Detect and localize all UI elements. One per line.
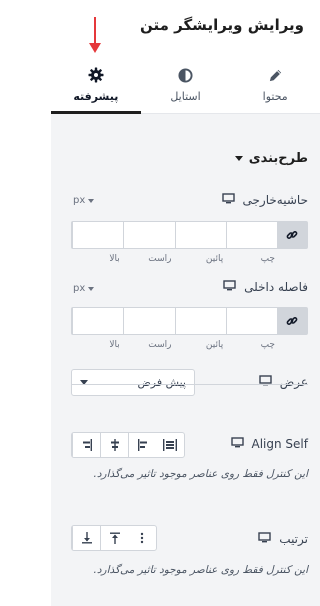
margin-inputs: [71, 221, 308, 249]
contrast-icon: [178, 66, 193, 84]
padding-right-input[interactable]: [123, 308, 175, 334]
padding-bottom-label: پائین: [205, 340, 224, 350]
order-label: ترتیب: [279, 532, 308, 546]
margin-top-label: بالا: [109, 254, 120, 264]
align-end-icon: [81, 436, 93, 455]
order-buttons: [71, 525, 157, 551]
monitor-icon: [230, 437, 244, 451]
width-label: عرض: [279, 375, 308, 389]
margin-link-button[interactable]: [277, 222, 307, 248]
link-icon: [286, 226, 298, 245]
tab-bar: محتوا استایل پیشرفته: [51, 56, 320, 114]
align-start-icon: [137, 436, 149, 455]
margin-left-input[interactable]: [225, 222, 277, 248]
width-select[interactable]: پیش فرض: [71, 369, 195, 396]
order-last-button[interactable]: [72, 526, 100, 550]
margin-unit-select[interactable]: px: [73, 195, 95, 206]
gear-icon: [88, 66, 104, 84]
margin-label-group: حاشیه‌خارجی: [221, 193, 308, 207]
align-self-buttons: [71, 432, 185, 458]
tab-style[interactable]: استایل: [141, 56, 231, 113]
align-center-icon: [109, 436, 121, 455]
section-layout-toggle[interactable]: طرح‌بندی: [234, 151, 308, 166]
order-label-group: ترتیب: [258, 532, 308, 546]
section-layout-title: طرح‌بندی: [248, 151, 308, 166]
padding-bottom-input[interactable]: [174, 308, 226, 334]
monitor-icon: [259, 375, 272, 389]
margin-bottom-label: پائین: [205, 254, 224, 264]
margin-top-input[interactable]: [72, 222, 124, 248]
order-first-button[interactable]: [100, 526, 128, 550]
margin-bottom-input[interactable]: [174, 222, 226, 248]
padding-left-input[interactable]: [225, 308, 277, 334]
align-stretch-icon: [163, 436, 177, 455]
padding-top-label: بالا: [109, 340, 120, 350]
padding-inputs: [71, 307, 308, 335]
more-vertical-icon: [140, 529, 144, 548]
padding-unit-value: px: [73, 283, 86, 294]
width-label-group: عرض: [259, 375, 308, 389]
padding-side-labels: بالا راست پائین چپ: [71, 340, 308, 350]
padding-left-label: چپ: [260, 340, 275, 350]
annotation-arrow: [89, 17, 101, 55]
panel-header: ویرایش ویرایشگر متن: [51, 0, 320, 56]
monitor-icon: [223, 280, 236, 294]
tab-content-label: محتوا: [262, 90, 288, 103]
tab-advanced-label: پیشرفته: [73, 90, 119, 103]
order-custom-button[interactable]: [128, 526, 156, 550]
align-end-button[interactable]: [72, 433, 100, 457]
padding-link-button[interactable]: [277, 308, 307, 334]
margin-right-label: راست: [148, 254, 172, 264]
padding-top-input[interactable]: [72, 308, 124, 334]
chevron-down-icon: [88, 286, 95, 291]
padding-label-group: فاصله داخلی: [223, 280, 308, 294]
settings-panel: طرح‌بندی حاشیه‌خارجی px بالا راست پائین …: [51, 114, 320, 606]
tab-content[interactable]: محتوا: [230, 56, 320, 113]
align-self-help: این کنترل فقط روی عناصر موجود تاثیر می‌گ…: [93, 468, 309, 480]
margin-right-input[interactable]: [123, 222, 175, 248]
align-self-label-group: Align Self: [230, 437, 308, 451]
margin-unit-value: px: [73, 195, 86, 206]
padding-unit-select[interactable]: px: [73, 283, 95, 294]
tab-advanced[interactable]: پیشرفته: [51, 56, 141, 114]
padding-right-label: راست: [148, 340, 172, 350]
panel-title: ویرایش ویرایشگر متن: [140, 16, 304, 34]
monitor-icon: [258, 532, 271, 546]
margin-side-labels: بالا راست پائین چپ: [71, 254, 308, 264]
margin-left-label: چپ: [260, 254, 275, 264]
align-center-button[interactable]: [100, 433, 128, 457]
order-help: این کنترل فقط روی عناصر موجود تاثیر می‌گ…: [93, 564, 309, 576]
align-start-button[interactable]: [128, 433, 156, 457]
width-select-value: پیش فرض: [137, 376, 186, 389]
align-self-label: Align Self: [251, 437, 308, 451]
arrow-up-to-line-icon: [109, 529, 121, 548]
divider: [71, 384, 308, 385]
link-icon: [286, 312, 298, 331]
monitor-icon: [221, 193, 235, 207]
caret-down-icon: [234, 156, 243, 161]
arrow-down-to-line-icon: [81, 529, 93, 548]
chevron-down-icon: [88, 198, 95, 203]
pencil-icon: [268, 66, 283, 84]
padding-label: فاصله داخلی: [244, 280, 308, 294]
tab-style-label: استایل: [170, 90, 201, 103]
margin-label: حاشیه‌خارجی: [242, 193, 308, 207]
align-stretch-button[interactable]: [156, 433, 184, 457]
